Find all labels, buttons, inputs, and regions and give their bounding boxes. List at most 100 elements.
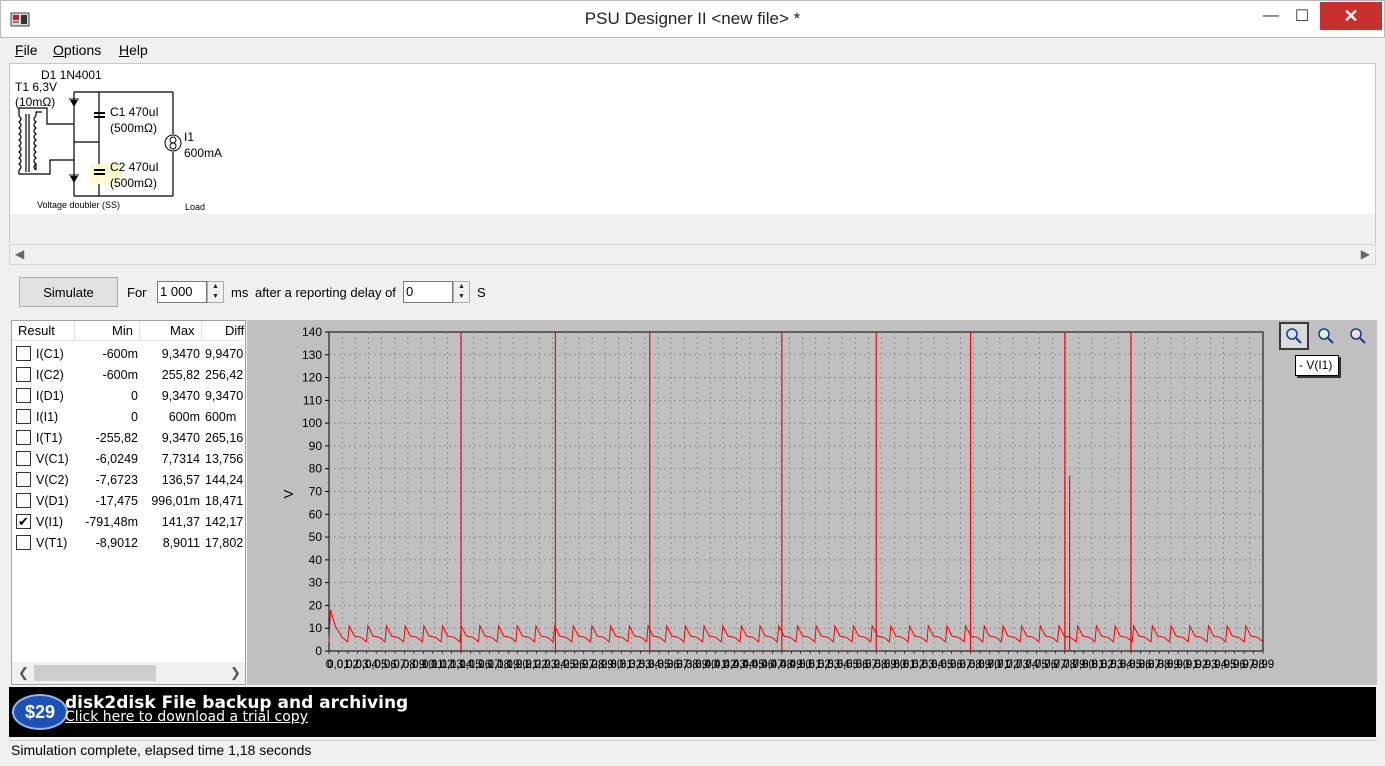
row-max: 8,9011 xyxy=(162,536,200,550)
duration-input[interactable]: 1 000 xyxy=(157,281,207,303)
row-checkbox[interactable] xyxy=(16,346,31,361)
row-min: -6,0249 xyxy=(95,452,138,466)
scroll-right-icon[interactable]: ▶ xyxy=(1361,247,1370,261)
magnifier-icon xyxy=(1350,328,1366,344)
table-row[interactable]: I(C1) -600m 9,3470 9,9470 xyxy=(12,343,245,364)
close-button[interactable]: ✕ xyxy=(1320,2,1382,30)
scroll-thumb[interactable] xyxy=(34,665,156,681)
table-row[interactable]: V(D1) -17,475 996,01m 18,471 xyxy=(12,490,245,511)
zoom-out-button[interactable] xyxy=(1343,322,1373,350)
row-diff: 144,24 xyxy=(205,473,244,487)
schematic-panel: D1 1N4001 T1 6,3V (10mΩ) C1 470uI (500mΩ… xyxy=(9,63,1376,244)
row-max: 9,3470 xyxy=(161,389,200,403)
row-diff: 9,3470 xyxy=(205,389,244,403)
row-diff: 18,471 xyxy=(205,494,244,508)
menu-help[interactable]: Help xyxy=(119,42,148,58)
table-row[interactable]: V(C1) -6,0249 7,7314 13,756 xyxy=(12,448,245,469)
row-checkbox[interactable] xyxy=(16,472,31,487)
menu-options[interactable]: Options xyxy=(53,42,101,58)
row-checkbox[interactable] xyxy=(16,451,31,466)
delay-spinner[interactable]: ▲ ▼ xyxy=(453,281,470,303)
simulate-button[interactable]: Simulate xyxy=(19,277,118,307)
table-row[interactable]: V(T1) -8,9012 8,9011 17,802 xyxy=(12,532,245,553)
table-row[interactable]: V(C2) -7,6723 136,57 144,24 xyxy=(12,469,245,490)
ms-label: ms xyxy=(231,285,249,300)
price-badge: $29 xyxy=(12,694,68,730)
title-bar: PSU Designer II <new file> * — ☐ ✕ xyxy=(0,0,1385,38)
transformer-res: (10mΩ) xyxy=(15,95,56,109)
header-result[interactable]: Result xyxy=(18,323,55,338)
table-row[interactable]: I(I1) 0 600m 600m xyxy=(12,406,245,427)
table-row[interactable]: I(D1) 0 9,3470 9,3470 xyxy=(12,385,245,406)
row-max: 9,3470 xyxy=(161,431,200,445)
load-name: I1 xyxy=(184,130,195,144)
banner-download-link[interactable]: Click here to download a trial copy xyxy=(65,709,308,725)
y-tick-label: 110 xyxy=(303,393,322,407)
scroll-left-icon[interactable]: ❮ xyxy=(18,665,29,681)
c2-res: (500mΩ) xyxy=(110,176,157,190)
row-checkbox[interactable] xyxy=(16,367,31,382)
ad-banner[interactable]: $29 disk2disk File backup and archiving … xyxy=(9,687,1376,737)
scroll-right-icon[interactable]: ❯ xyxy=(230,665,241,681)
duration-spinner[interactable]: ▲ ▼ xyxy=(207,281,224,303)
c2-label: C2 470uI xyxy=(110,160,159,174)
y-tick-label: 30 xyxy=(309,576,323,590)
header-min[interactable]: Min xyxy=(112,323,133,338)
row-name: V(T1) xyxy=(36,536,68,550)
maximize-button[interactable]: ☐ xyxy=(1280,2,1324,30)
schematic-scrollbar[interactable]: ◀ ▶ xyxy=(9,244,1376,265)
row-checkbox[interactable] xyxy=(16,430,31,445)
row-checkbox[interactable] xyxy=(16,388,31,403)
header-diff[interactable]: Diff xyxy=(225,323,244,338)
for-label: For xyxy=(127,285,147,300)
menu-file[interactable]: File xyxy=(15,42,38,58)
chart-legend: - V(I1) xyxy=(1295,355,1339,376)
y-tick-label: 20 xyxy=(309,598,323,612)
zoom-reset-button[interactable] xyxy=(1311,322,1341,350)
row-name: I(C1) xyxy=(36,347,64,361)
table-row[interactable]: I(C2) -600m 255,82 256,42 xyxy=(12,364,245,385)
table-row[interactable]: I(T1) -255,82 9,3470 265,16 xyxy=(12,427,245,448)
results-header: Result Min Max Diff xyxy=(12,321,245,341)
simulation-toolbar: Simulate For 1 000 ▲ ▼ ms after a report… xyxy=(8,270,1377,318)
scroll-left-icon[interactable]: ◀ xyxy=(15,247,24,261)
spin-up-icon[interactable]: ▲ xyxy=(208,282,223,292)
y-tick-label: 140 xyxy=(302,325,322,339)
row-name: I(C2) xyxy=(36,368,64,382)
table-row[interactable]: ✔ V(I1) -791,48m 141,37 142,17 xyxy=(12,511,245,532)
delay-input[interactable]: 0 xyxy=(403,281,453,303)
row-min: 0 xyxy=(131,389,138,403)
topology-caption: Voltage doubler (SS) xyxy=(37,200,121,210)
header-max[interactable]: Max xyxy=(170,323,195,338)
row-checkbox[interactable] xyxy=(16,409,31,424)
waveform-chart[interactable]: 0102030405060708090100110120130140V00,01… xyxy=(247,320,1277,685)
results-list[interactable]: Result Min Max Diff I(C1) -600m 9,3470 9,94… xyxy=(11,320,246,685)
y-tick-label: 100 xyxy=(302,416,322,430)
row-max: 7,7314 xyxy=(161,452,200,466)
c1-label: C1 470uI xyxy=(110,105,159,119)
row-min: -791,48m xyxy=(85,515,138,529)
row-min: -17,475 xyxy=(95,494,138,508)
results-scrollbar[interactable]: ❮ ❯ xyxy=(12,662,245,684)
row-min: -7,6723 xyxy=(95,473,138,487)
load-caption: Load xyxy=(185,202,206,212)
row-max: 9,3470 xyxy=(161,347,200,361)
row-checkbox[interactable] xyxy=(16,535,31,550)
row-checkbox[interactable]: ✔ xyxy=(16,514,31,529)
spin-down-icon[interactable]: ▼ xyxy=(454,292,469,302)
spin-down-icon[interactable]: ▼ xyxy=(208,292,223,302)
magnifier-icon xyxy=(1286,328,1302,344)
schematic-gutter xyxy=(10,214,1375,244)
row-diff: 265,16 xyxy=(205,431,244,445)
row-max: 600m xyxy=(168,410,200,424)
row-checkbox[interactable] xyxy=(16,493,31,508)
y-tick-label: 10 xyxy=(309,621,323,635)
zoom-in-button[interactable] xyxy=(1279,322,1309,350)
row-min: -600m xyxy=(102,368,138,382)
delay-label: after a reporting delay of xyxy=(255,285,396,300)
window-title: PSU Designer II <new file> * xyxy=(584,9,801,28)
row-min: -600m xyxy=(102,347,138,361)
load-value: 600mA xyxy=(184,146,223,160)
spin-up-icon[interactable]: ▲ xyxy=(454,282,469,292)
x-tick-label: 0,99 xyxy=(1252,659,1274,671)
